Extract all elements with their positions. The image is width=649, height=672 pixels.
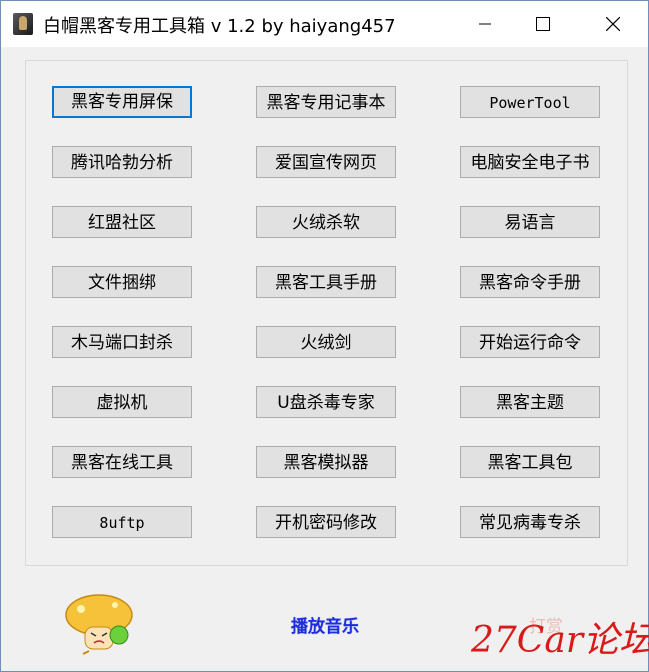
- hacker-toolkit-button[interactable]: 黑客工具包: [460, 446, 600, 478]
- powertool-button[interactable]: PowerTool: [460, 86, 600, 118]
- title-bar[interactable]: 白帽黑客专用工具箱 v 1.2 by haiyang457: [1, 1, 648, 47]
- file-binder-button[interactable]: 文件捆绑: [52, 266, 192, 298]
- minimize-icon: [479, 23, 491, 25]
- trojan-port-block-button[interactable]: 木马端口封杀: [52, 326, 192, 358]
- hacker-notepad-button[interactable]: 黑客专用记事本: [256, 86, 396, 118]
- close-icon: [606, 17, 620, 31]
- huorong-antivirus-button[interactable]: 火绒杀软: [256, 206, 396, 238]
- hacker-online-tools-button[interactable]: 黑客在线工具: [52, 446, 192, 478]
- virus-killer-button[interactable]: 常见病毒专杀: [460, 506, 600, 538]
- hacker-theme-button[interactable]: 黑客主题: [460, 386, 600, 418]
- hacker-screensaver-button[interactable]: 黑客专用屏保: [52, 86, 192, 118]
- hacker-figure-icon: [13, 13, 33, 35]
- 8uftp-button[interactable]: 8uftp: [52, 506, 192, 538]
- app-window: 白帽黑客专用工具箱 v 1.2 by haiyang457 黑客专用屏保 黑客专…: [0, 0, 649, 672]
- honker-community-button[interactable]: 红盟社区: [52, 206, 192, 238]
- minimize-button[interactable]: [462, 1, 508, 47]
- virtual-machine-button[interactable]: 虚拟机: [52, 386, 192, 418]
- play-music-link[interactable]: 播放音乐: [291, 612, 359, 637]
- tencent-habo-button[interactable]: 腾讯哈勃分析: [52, 146, 192, 178]
- maximize-icon: [536, 17, 550, 31]
- run-commands-button[interactable]: 开始运行命令: [460, 326, 600, 358]
- boot-password-button[interactable]: 开机密码修改: [256, 506, 396, 538]
- cartoon-mushroom-mascot[interactable]: [63, 593, 135, 655]
- close-button[interactable]: [590, 1, 636, 47]
- hacker-command-manual-button[interactable]: 黑客命令手册: [460, 266, 600, 298]
- usb-antivirus-button[interactable]: U盘杀毒专家: [256, 386, 396, 418]
- tools-group-box: [25, 60, 628, 566]
- forum-watermark: 27Car论坛: [471, 620, 649, 661]
- window-title: 白帽黑客专用工具箱 v 1.2 by haiyang457: [43, 16, 396, 37]
- huorong-sword-button[interactable]: 火绒剑: [256, 326, 396, 358]
- hacker-simulator-button[interactable]: 黑客模拟器: [256, 446, 396, 478]
- maximize-button[interactable]: [520, 1, 566, 47]
- patriotic-webpage-button[interactable]: 爱国宣传网页: [256, 146, 396, 178]
- easy-language-button[interactable]: 易语言: [460, 206, 600, 238]
- hacker-tools-manual-button[interactable]: 黑客工具手册: [256, 266, 396, 298]
- security-ebook-button[interactable]: 电脑安全电子书: [460, 146, 600, 178]
